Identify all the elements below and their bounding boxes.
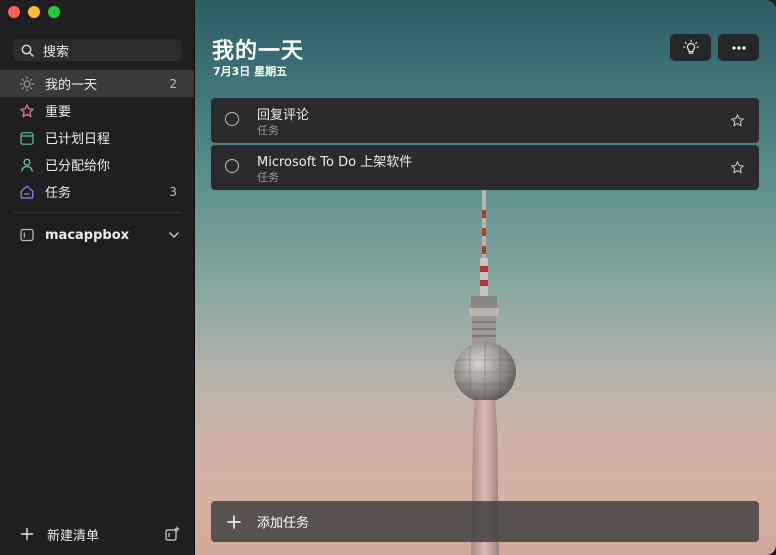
sidebar-item-label: 已分配给你 xyxy=(45,159,111,174)
sidebar-item-label: 重要 xyxy=(45,105,72,120)
sidebar-item-label: 我的一天 xyxy=(45,78,98,93)
task-item[interactable]: Microsoft To Do 上架软件 任务 xyxy=(211,145,759,190)
maximize-window-button[interactable] xyxy=(48,6,60,18)
sidebar-item-assigned[interactable]: 已分配给你 xyxy=(0,151,194,178)
page-title: 我的一天 xyxy=(212,39,305,64)
new-list-label: 新建清单 xyxy=(47,528,100,544)
sidebar-item-important[interactable]: 重要 xyxy=(0,97,194,124)
sidebar-item-count: 2 xyxy=(169,76,177,91)
task-item[interactable]: 回复评论 任务 xyxy=(211,98,759,143)
home-icon xyxy=(19,184,35,200)
sidebar-item-planned[interactable]: 已计划日程 xyxy=(0,124,194,151)
task-title: 回复评论 xyxy=(257,108,310,123)
sun-icon xyxy=(19,76,35,92)
more-horizontal-icon xyxy=(731,45,746,50)
chevron-down-icon[interactable] xyxy=(168,229,180,241)
complete-task-checkbox[interactable] xyxy=(225,159,239,173)
sidebar-item-my-day[interactable]: 我的一天 2 xyxy=(0,70,194,97)
sidebar-item-label: 任务 xyxy=(45,186,72,201)
sidebar-divider xyxy=(14,212,180,213)
sidebar-nav: 我的一天 2 重要 已计划日程 已分配给你 任务 3 xyxy=(0,70,194,205)
suggestions-button[interactable] xyxy=(670,34,711,61)
person-icon xyxy=(19,157,35,173)
minimize-window-button[interactable] xyxy=(28,6,40,18)
sidebar-item-count: 3 xyxy=(169,184,177,199)
page-date: 7月3日 星期五 xyxy=(213,65,288,78)
background-tower-image xyxy=(454,190,516,555)
task-list-name: 任务 xyxy=(257,124,279,137)
new-list-button[interactable]: 新建清单 xyxy=(0,521,194,547)
search-input[interactable]: 搜索 xyxy=(13,39,181,61)
star-icon[interactable] xyxy=(730,160,745,175)
search-icon xyxy=(21,44,34,57)
task-title: Microsoft To Do 上架软件 xyxy=(257,155,413,170)
sidebar: 搜索 我的一天 2 重要 已计划日程 已分配给你 任务 3 macappbox … xyxy=(0,0,195,555)
plus-icon xyxy=(227,514,241,529)
lightbulb-icon xyxy=(682,39,699,54)
more-options-button[interactable] xyxy=(718,34,759,61)
complete-task-checkbox[interactable] xyxy=(225,112,239,126)
search-label: 搜索 xyxy=(43,44,70,60)
main-panel: 我的一天 7月3日 星期五 回复评论 任务 Microsoft To Do 上架… xyxy=(195,0,776,555)
sidebar-group-macappbox[interactable]: macappbox xyxy=(0,222,194,248)
window-controls xyxy=(8,6,60,18)
task-list-name: 任务 xyxy=(257,171,279,184)
close-window-button[interactable] xyxy=(8,6,20,18)
new-group-icon[interactable] xyxy=(164,526,180,542)
group-label: macappbox xyxy=(45,227,130,243)
app-window: 搜索 我的一天 2 重要 已计划日程 已分配给你 任务 3 macappbox … xyxy=(0,0,776,555)
star-icon xyxy=(19,103,35,119)
add-task-label: 添加任务 xyxy=(257,516,310,531)
star-icon[interactable] xyxy=(730,113,745,128)
calendar-icon xyxy=(19,130,35,146)
list-group-icon xyxy=(19,227,35,243)
sidebar-item-tasks[interactable]: 任务 3 xyxy=(0,178,194,205)
sidebar-item-label: 已计划日程 xyxy=(45,132,111,147)
plus-icon xyxy=(20,527,36,541)
add-task-input[interactable]: 添加任务 xyxy=(211,501,759,542)
